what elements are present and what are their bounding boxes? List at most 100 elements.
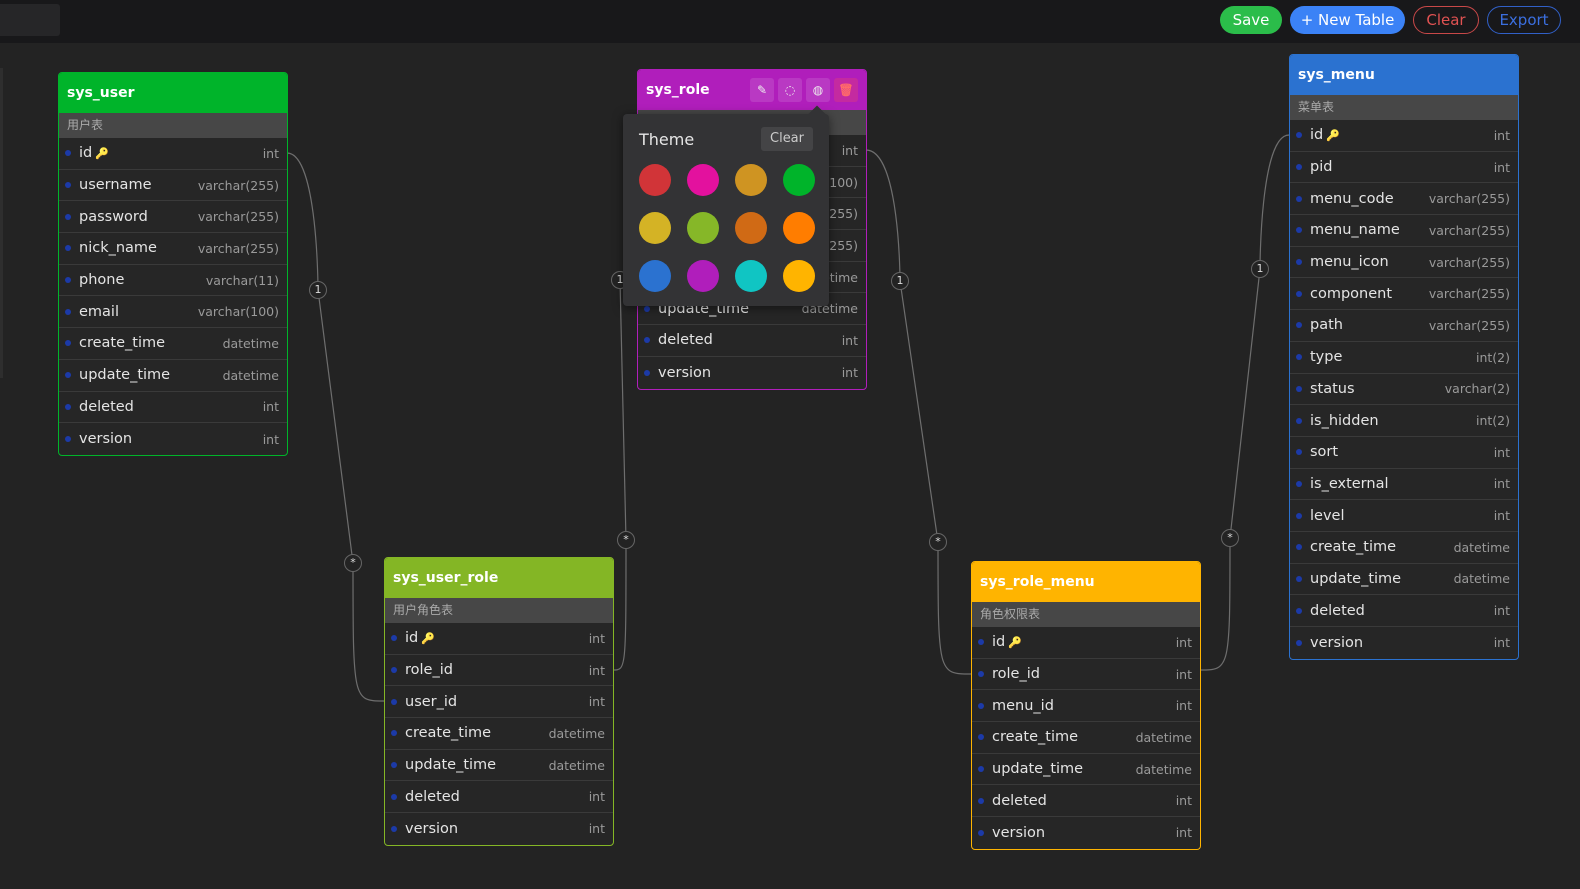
field-row[interactable]: menu_code varchar(255) (1290, 183, 1518, 216)
field-handle-icon[interactable] (65, 150, 71, 157)
comment-icon[interactable]: ◌ (778, 78, 802, 102)
theme-color-swatch[interactable] (639, 212, 671, 244)
field-row[interactable]: menu_icon varchar(255) (1290, 247, 1518, 279)
field-handle-icon[interactable] (1296, 607, 1302, 614)
field-row[interactable]: password varchar(255) (59, 201, 287, 234)
relation-line[interactable] (1199, 134, 1290, 671)
theme-color-swatch[interactable] (783, 212, 815, 244)
field-handle-icon[interactable] (1296, 195, 1302, 202)
field-handle-icon[interactable] (978, 829, 984, 836)
theme-color-swatch[interactable] (639, 164, 671, 196)
field-handle-icon[interactable] (978, 702, 984, 709)
field-handle-icon[interactable] (391, 667, 397, 674)
field-handle-icon[interactable] (644, 337, 650, 344)
field-row[interactable]: component varchar(255) (1290, 278, 1518, 311)
field-row[interactable]: version int (385, 813, 613, 845)
field-row[interactable]: path varchar(255) (1290, 310, 1518, 342)
field-handle-icon[interactable] (391, 793, 397, 800)
field-row[interactable]: role_id int (972, 659, 1200, 691)
field-handle-icon[interactable] (65, 245, 71, 252)
field-handle-icon[interactable] (1296, 132, 1302, 139)
field-handle-icon[interactable] (1296, 322, 1302, 329)
theme-color-swatch[interactable] (639, 260, 671, 292)
table-sys_user_role[interactable]: sys_user_role 用户角色表 id 🔑 int role_id int user_i… (384, 557, 614, 846)
field-row[interactable]: username varchar(255) (59, 170, 287, 202)
field-handle-icon[interactable] (1296, 639, 1302, 646)
field-handle-icon[interactable] (65, 436, 71, 443)
field-handle-icon[interactable] (65, 372, 71, 379)
field-row[interactable]: level int (1290, 500, 1518, 532)
field-handle-icon[interactable] (644, 305, 650, 312)
field-handle-icon[interactable] (644, 369, 650, 376)
field-row[interactable]: version int (638, 357, 866, 389)
field-row[interactable]: create_time datetime (972, 722, 1200, 754)
table-sys_menu[interactable]: sys_menu 菜单表 id 🔑 int pid int menu_code varchar(… (1289, 54, 1519, 660)
field-handle-icon[interactable] (391, 825, 397, 832)
field-handle-icon[interactable] (391, 635, 397, 642)
table-header[interactable]: sys_role ✎ ◌ ◍ 🗑 (638, 70, 866, 110)
relation-line[interactable] (286, 152, 385, 702)
field-handle-icon[interactable] (978, 671, 984, 678)
field-row[interactable]: id 🔑 int (1290, 120, 1518, 152)
field-handle-icon[interactable] (1296, 575, 1302, 582)
field-row[interactable]: status varchar(2) (1290, 374, 1518, 406)
field-row[interactable]: is_external int (1290, 469, 1518, 501)
field-handle-icon[interactable] (1296, 480, 1302, 487)
field-handle-icon[interactable] (1296, 354, 1302, 361)
field-row[interactable]: user_id int (385, 686, 613, 719)
field-row[interactable]: role_id int (385, 655, 613, 687)
field-row[interactable]: id 🔑 int (972, 627, 1200, 659)
palette-icon[interactable]: ◍ (806, 78, 830, 102)
table-sys_role_menu[interactable]: sys_role_menu 角色权限表 id 🔑 int role_id int menu_i… (971, 561, 1201, 850)
field-row[interactable]: update_time datetime (1290, 564, 1518, 596)
field-row[interactable]: deleted int (972, 785, 1200, 818)
field-row[interactable]: create_time datetime (1290, 532, 1518, 564)
field-row[interactable]: update_time datetime (59, 360, 287, 392)
field-handle-icon[interactable] (65, 403, 71, 410)
field-row[interactable]: menu_id int (972, 690, 1200, 723)
field-handle-icon[interactable] (978, 734, 984, 741)
table-header[interactable]: sys_menu (1290, 55, 1518, 95)
delete-icon[interactable]: 🗑 (834, 78, 858, 102)
theme-color-swatch[interactable] (687, 260, 719, 292)
table-header[interactable]: sys_user_role (385, 558, 613, 598)
field-row[interactable]: pid int (1290, 152, 1518, 184)
field-row[interactable]: sort int (1290, 437, 1518, 469)
field-handle-icon[interactable] (391, 762, 397, 769)
field-handle-icon[interactable] (65, 277, 71, 284)
field-row[interactable]: update_time datetime (972, 754, 1200, 786)
table-header[interactable]: sys_role_menu (972, 562, 1200, 602)
theme-color-swatch[interactable] (735, 260, 767, 292)
theme-color-swatch[interactable] (687, 164, 719, 196)
field-handle-icon[interactable] (391, 730, 397, 737)
field-handle-icon[interactable] (65, 213, 71, 220)
field-handle-icon[interactable] (978, 639, 984, 646)
field-handle-icon[interactable] (65, 308, 71, 315)
field-row[interactable]: update_time datetime (385, 750, 613, 782)
relation-line[interactable] (612, 279, 637, 671)
field-row[interactable]: is_hidden int(2) (1290, 405, 1518, 437)
field-handle-icon[interactable] (391, 698, 397, 705)
field-row[interactable]: phone varchar(11) (59, 265, 287, 297)
field-handle-icon[interactable] (1296, 290, 1302, 297)
field-handle-icon[interactable] (1296, 449, 1302, 456)
field-row[interactable]: version int (1290, 627, 1518, 659)
field-handle-icon[interactable] (978, 797, 984, 804)
field-handle-icon[interactable] (1296, 385, 1302, 392)
theme-color-swatch[interactable] (783, 164, 815, 196)
relation-line[interactable] (865, 149, 972, 675)
field-handle-icon[interactable] (1296, 417, 1302, 424)
field-handle-icon[interactable] (978, 766, 984, 773)
field-row[interactable]: id 🔑 int (385, 623, 613, 655)
field-handle-icon[interactable] (65, 182, 71, 189)
theme-color-swatch[interactable] (783, 260, 815, 292)
field-handle-icon[interactable] (65, 340, 71, 347)
field-row[interactable]: id 🔑 int (59, 138, 287, 170)
field-row[interactable]: deleted int (638, 325, 866, 357)
field-row[interactable]: version int (59, 423, 287, 455)
field-handle-icon[interactable] (1296, 512, 1302, 519)
theme-clear-button[interactable]: Clear (761, 127, 813, 151)
field-row[interactable]: nick_name varchar(255) (59, 233, 287, 265)
field-row[interactable]: deleted int (1290, 595, 1518, 627)
field-row[interactable]: menu_name varchar(255) (1290, 215, 1518, 247)
